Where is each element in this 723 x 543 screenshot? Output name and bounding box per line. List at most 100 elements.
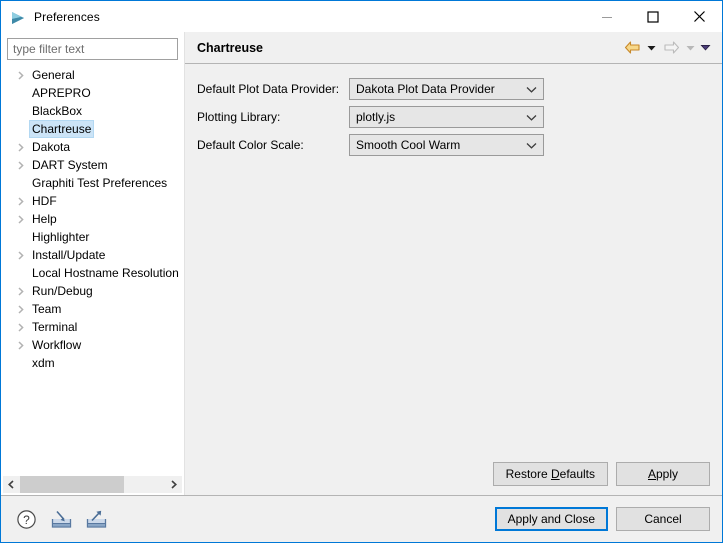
chevron-right-icon[interactable]: [13, 214, 29, 224]
sidebar-item-label: Help: [32, 212, 57, 226]
back-menu-caret-down-icon[interactable]: [645, 37, 658, 59]
chevron-right-icon[interactable]: [13, 160, 29, 170]
sidebar-item-label: Graphiti Test Preferences: [32, 176, 168, 190]
chevron-down-icon[interactable]: [523, 114, 539, 121]
horizontal-scrollbar[interactable]: [3, 475, 182, 493]
default-color-scale-value: Smooth Cool Warm: [356, 138, 461, 152]
window-controls: [584, 1, 722, 32]
close-icon[interactable]: [676, 1, 722, 32]
default-color-scale-dropdown[interactable]: Smooth Cool Warm: [349, 134, 544, 156]
preferences-page: Chartreuse Default Plot Data Provider: D…: [184, 32, 722, 495]
window-title: Preferences: [34, 9, 100, 24]
sidebar-item-workflow[interactable]: Workflow: [1, 336, 184, 354]
apply-label: Apply: [647, 467, 679, 481]
sidebar-item-team[interactable]: Team: [1, 300, 184, 318]
sidebar-item-label: BlackBox: [32, 104, 83, 118]
sidebar-item-run-debug[interactable]: Run/Debug: [1, 282, 184, 300]
apply-button[interactable]: Apply: [616, 462, 710, 486]
view-menu-caret-down-icon[interactable]: [699, 37, 712, 59]
scrollbar-thumb[interactable]: [20, 476, 125, 493]
apply-and-close-button[interactable]: Apply and Close: [494, 507, 608, 531]
sidebar-item-label: Dakota: [32, 140, 71, 154]
default-plot-data-provider-value: Dakota Plot Data Provider: [356, 82, 495, 96]
import-icon[interactable]: [48, 506, 74, 532]
dialog-body: General APREPRO BlackBox Chartreuse Dakota DA…: [1, 32, 722, 495]
sidebar-item-label: Run/Debug: [32, 284, 93, 298]
chevron-right-icon[interactable]: [13, 304, 29, 314]
chevron-right-icon[interactable]: [13, 250, 29, 260]
title-bar: Preferences: [1, 1, 722, 32]
chevron-left-icon[interactable]: [3, 476, 20, 493]
sidebar-item-label: Workflow: [32, 338, 82, 352]
page-header: Chartreuse: [185, 32, 722, 64]
sidebar-item-blackbox[interactable]: BlackBox: [1, 102, 184, 120]
sidebar-item-label: Highlighter: [32, 230, 90, 244]
sidebar-item-highlighter[interactable]: Highlighter: [1, 228, 184, 246]
sidebar-item-label: HDF: [32, 194, 57, 208]
export-icon[interactable]: [83, 506, 109, 532]
plotting-library-value: plotly.js: [356, 110, 396, 124]
plotting-library-label: Plotting Library:: [197, 110, 281, 124]
page-content: Default Plot Data Provider: Dakota Plot D…: [185, 64, 722, 462]
forward-arrow-icon: [660, 37, 682, 59]
chevron-right-icon[interactable]: [13, 286, 29, 296]
sidebar-item-xdm[interactable]: xdm: [1, 354, 184, 372]
dialog-footer: ? Apply and Close Cancel: [1, 495, 722, 542]
default-plot-data-provider-dropdown[interactable]: Dakota Plot Data Provider: [349, 78, 544, 100]
sidebar-item-help[interactable]: Help: [1, 210, 184, 228]
form-row-default-plot-data-provider: Default Plot Data Provider: Dakota Plot D…: [197, 78, 710, 100]
sidebar-item-hdf[interactable]: HDF: [1, 192, 184, 210]
sidebar-item-label: APREPRO: [32, 86, 91, 100]
preferences-tree[interactable]: General APREPRO BlackBox Chartreuse Dakota DA…: [1, 64, 184, 475]
sidebar-item-general[interactable]: General: [1, 66, 184, 84]
sidebar-item-label: DART System: [32, 158, 108, 172]
page-title: Chartreuse: [197, 40, 263, 55]
plotting-library-dropdown[interactable]: plotly.js: [349, 106, 544, 128]
chevron-down-icon[interactable]: [523, 142, 539, 149]
sidebar-item-dakota[interactable]: Dakota: [1, 138, 184, 156]
svg-text:?: ?: [23, 513, 30, 527]
scrollbar-track[interactable]: [20, 476, 165, 493]
maximize-icon[interactable]: [630, 1, 676, 32]
sidebar-item-aprepro[interactable]: APREPRO: [1, 84, 184, 102]
preferences-sidebar: General APREPRO BlackBox Chartreuse Dakota DA…: [1, 32, 185, 495]
sidebar-item-label: Local Hostname Resolution: [32, 266, 179, 280]
form-row-plotting-library: Plotting Library: plotly.js: [197, 106, 710, 128]
preferences-window: Preferences type filter text General APR…: [0, 0, 723, 543]
chevron-right-icon[interactable]: [13, 322, 29, 332]
restore-defaults-label: Restore Defaults: [505, 467, 595, 481]
sidebar-item-install-update[interactable]: Install/Update: [1, 246, 184, 264]
default-color-scale-label: Default Color Scale:: [197, 138, 304, 152]
help-icon[interactable]: ?: [13, 506, 39, 532]
filter-container: [1, 32, 184, 64]
chevron-right-icon[interactable]: [13, 196, 29, 206]
sidebar-item-terminal[interactable]: Terminal: [1, 318, 184, 336]
chevron-right-icon[interactable]: [13, 142, 29, 152]
chevron-down-icon[interactable]: [523, 86, 539, 93]
sidebar-item-label: Install/Update: [32, 248, 106, 262]
sidebar-item-local-hostname-resolution[interactable]: Local Hostname Resolution: [1, 264, 184, 282]
sidebar-item-dart-system[interactable]: DART System: [1, 156, 184, 174]
preferences-app-icon: [10, 10, 26, 26]
back-arrow-icon[interactable]: [621, 37, 643, 59]
sidebar-item-label: Team: [32, 302, 62, 316]
chevron-right-icon[interactable]: [13, 340, 29, 350]
form-row-default-color-scale: Default Color Scale: Smooth Cool Warm: [197, 134, 710, 156]
sidebar-item-label: General: [32, 68, 75, 82]
minimize-icon[interactable]: [584, 1, 630, 32]
restore-defaults-button[interactable]: Restore Defaults: [492, 462, 608, 486]
sidebar-item-chartreuse[interactable]: Chartreuse: [1, 120, 184, 138]
cancel-button[interactable]: Cancel: [616, 507, 710, 531]
footer-button-group: Apply and Close Cancel: [494, 507, 710, 531]
footer-icon-group: ?: [13, 506, 495, 532]
search-input[interactable]: [7, 38, 178, 60]
sidebar-item-graphiti-test-preferences[interactable]: Graphiti Test Preferences: [1, 174, 184, 192]
sidebar-item-label: Chartreuse: [29, 120, 95, 138]
page-nav-toolbar: [621, 37, 712, 59]
chevron-right-icon[interactable]: [165, 476, 182, 493]
chevron-right-icon[interactable]: [13, 70, 29, 80]
page-action-buttons: Restore Defaults Apply: [185, 462, 722, 495]
forward-menu-caret-down-icon: [684, 37, 697, 59]
default-plot-data-provider-label: Default Plot Data Provider:: [197, 82, 340, 96]
sidebar-item-label: Terminal: [32, 320, 78, 334]
